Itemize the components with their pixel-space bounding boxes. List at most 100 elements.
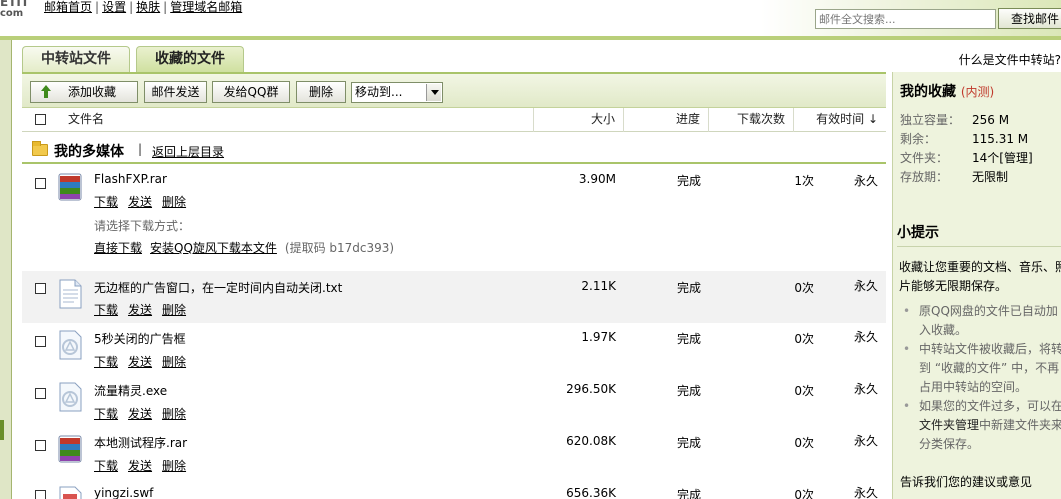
tips-divider [897, 246, 1061, 247]
direct-download-link[interactable]: 直接下载 [94, 241, 142, 255]
row-checkbox[interactable] [35, 336, 46, 347]
top-bar: ETIT com 邮箱首页|设置|换肤|管理域名邮箱 查找邮件 [0, 0, 1061, 36]
file-name[interactable]: 无边框的广告窗口，在一定时间内自动关闭.txt [94, 279, 342, 296]
tab-transfer-files[interactable]: 中转站文件 [22, 46, 130, 72]
left-rail-marker [0, 420, 4, 440]
file-expire: 永久 [853, 486, 878, 499]
folders-label: 文件夹： [900, 151, 949, 165]
delete-link[interactable]: 删除 [162, 195, 186, 209]
delete-link[interactable]: 删除 [162, 355, 186, 369]
send-link[interactable]: 发送 [128, 407, 152, 421]
table-row: 流量精灵.exe 下载 发送 删除 296.50K 完成 0次 永久 [22, 376, 886, 428]
remaining-value: 115.31 M [972, 132, 1029, 146]
file-name[interactable]: 5秒关闭的广告框 [94, 330, 186, 347]
file-expire: 永久 [853, 382, 878, 396]
row-actions: 下载 发送 删除 [94, 353, 196, 370]
delete-link[interactable]: 删除 [162, 407, 186, 421]
file-progress: 完成 [677, 384, 702, 398]
tip-2-line-2: 到 “收藏的文件” 中，不再 [919, 361, 1060, 375]
nav-domain-mail-link[interactable]: 管理域名邮箱 [170, 0, 242, 14]
back-to-parent-link[interactable]: 返回上层目录 [152, 143, 224, 160]
row-actions: 下载 发送 删除 [94, 301, 196, 318]
col-downloads[interactable]: 下载次数 [708, 108, 793, 132]
table-row: 本地测试程序.rar 下载 发送 删除 620.08K 完成 0次 永久 [22, 428, 886, 480]
send-to-qq-group-button[interactable]: 发给QQ群 [212, 81, 290, 103]
retention-info: 存放期： 无限制 [900, 168, 1008, 185]
folder-manage-link[interactable]: 文件夹管理 [919, 418, 979, 432]
file-name[interactable]: 流量精灵.exe [94, 382, 167, 399]
file-name[interactable]: 本地测试程序.rar [94, 434, 187, 451]
left-rail [0, 40, 12, 499]
favorites-sidebar: 我的收藏 (内测) 独立容量： 256 M 剩余： 115.31 M 文件夹： 14个… [892, 72, 1061, 499]
add-favorite-button[interactable]: 添加收藏 [30, 81, 138, 103]
top-navigation: 邮箱首页 | 设置 | 换肤 | 管理域名邮箱 [44, 0, 243, 14]
download-method-options: 直接下载 安装QQ旋风下载本文件 (提取码 b17dc393) [94, 239, 394, 256]
folder-header: 我的多媒体 | 返回上层目录 [22, 132, 886, 164]
tip-item: 原QQ网盘的文件已自动加 入收藏。 [903, 302, 1061, 340]
move-to-select[interactable]: 移动到... [351, 82, 443, 103]
table-header: 文件名 大小 进度 下载次数 有效时间 ↓ [22, 108, 886, 132]
exe-icon [59, 382, 82, 412]
download-link[interactable]: 下载 [94, 195, 118, 209]
search-mail-button[interactable]: 查找邮件 [998, 8, 1061, 29]
select-all-checkbox[interactable] [35, 114, 46, 125]
col-size[interactable]: 大小 [533, 108, 623, 132]
logo-line-1: ETIT [0, 0, 30, 9]
file-expire: 永久 [853, 330, 878, 344]
download-method-label: 请选择下载方式： [94, 219, 191, 233]
capacity-label: 独立容量： [900, 113, 961, 127]
file-size: 3.90M [578, 172, 616, 186]
file-progress: 完成 [677, 436, 702, 450]
file-expire: 永久 [853, 174, 878, 188]
file-name[interactable]: FlashFXP.rar [94, 172, 167, 186]
download-link[interactable]: 下载 [94, 407, 118, 421]
mail-search-input[interactable] [815, 9, 996, 29]
rar-icon [58, 173, 82, 201]
row-checkbox[interactable] [35, 440, 46, 451]
row-checkbox[interactable] [35, 388, 46, 399]
send-link[interactable]: 发送 [128, 303, 152, 317]
tips-description-line-1: 收藏让您重要的文档、音乐、照 [899, 260, 1061, 274]
tip-2-line-1: 中转站文件被收藏后，将转 [919, 342, 1061, 356]
send-link[interactable]: 发送 [128, 195, 152, 209]
nav-home-link[interactable]: 邮箱首页 [44, 0, 92, 14]
download-link[interactable]: 下载 [94, 355, 118, 369]
logo[interactable]: ETIT com [0, 0, 29, 20]
row-checkbox[interactable] [35, 178, 46, 189]
download-link[interactable]: 下载 [94, 303, 118, 317]
col-filename[interactable]: 文件名 [68, 108, 104, 132]
tip-3-line-3: 分类保存。 [919, 437, 980, 451]
delete-link[interactable]: 删除 [162, 459, 186, 473]
file-expire: 永久 [853, 279, 878, 293]
feedback-link[interactable]: 告诉我们您的建议或意见 [900, 473, 1032, 490]
table-row: FlashFXP.rar 下载 发送 删除 3.90M 完成 1次 永久 请选择下载… [22, 166, 886, 270]
retention-label: 存放期： [900, 170, 949, 184]
remaining-info: 剩余： 115.31 M [900, 130, 1028, 147]
what-is-transfer-link[interactable]: 什么是文件中转站? [959, 51, 1061, 68]
top-divider [0, 36, 1061, 40]
tab-favorite-files[interactable]: 收藏的文件 [136, 46, 244, 72]
tip-3-line-1: 如果您的文件过多，可以在 [919, 399, 1061, 413]
beta-badge: (内测) [960, 85, 995, 99]
send-link[interactable]: 发送 [128, 459, 152, 473]
file-download-count: 0次 [794, 332, 814, 346]
send-by-mail-button[interactable]: 邮件发送 [144, 81, 207, 103]
download-link[interactable]: 下载 [94, 459, 118, 473]
file-size: 620.08K [566, 434, 616, 448]
row-actions: 下载 发送 删除 [94, 193, 196, 210]
row-checkbox[interactable] [35, 283, 46, 294]
row-checkbox[interactable] [35, 490, 46, 499]
tip-item: 中转站文件被收藏后，将转 到 “收藏的文件” 中，不再 占用中转站的空间。 [903, 340, 1061, 397]
col-expire[interactable]: 有效时间 ↓ [793, 108, 886, 132]
nav-skin-link[interactable]: 换肤 [136, 0, 160, 14]
install-qq-xuanfeng-link[interactable]: 安装QQ旋风下载本文件 [150, 241, 277, 255]
delete-link[interactable]: 删除 [162, 303, 186, 317]
col-progress[interactable]: 进度 [623, 108, 708, 132]
file-name[interactable]: yingzi.swf [94, 486, 153, 499]
manage-folders-link[interactable]: [管理] [999, 151, 1032, 165]
nav-settings-link[interactable]: 设置 [102, 0, 126, 14]
send-link[interactable]: 发送 [128, 355, 152, 369]
chevron-down-icon [426, 84, 441, 101]
delete-button[interactable]: 删除 [296, 81, 346, 103]
tip-item: 如果您的文件过多，可以在 文件夹管理中新建文件夹来 分类保存。 [903, 397, 1061, 454]
